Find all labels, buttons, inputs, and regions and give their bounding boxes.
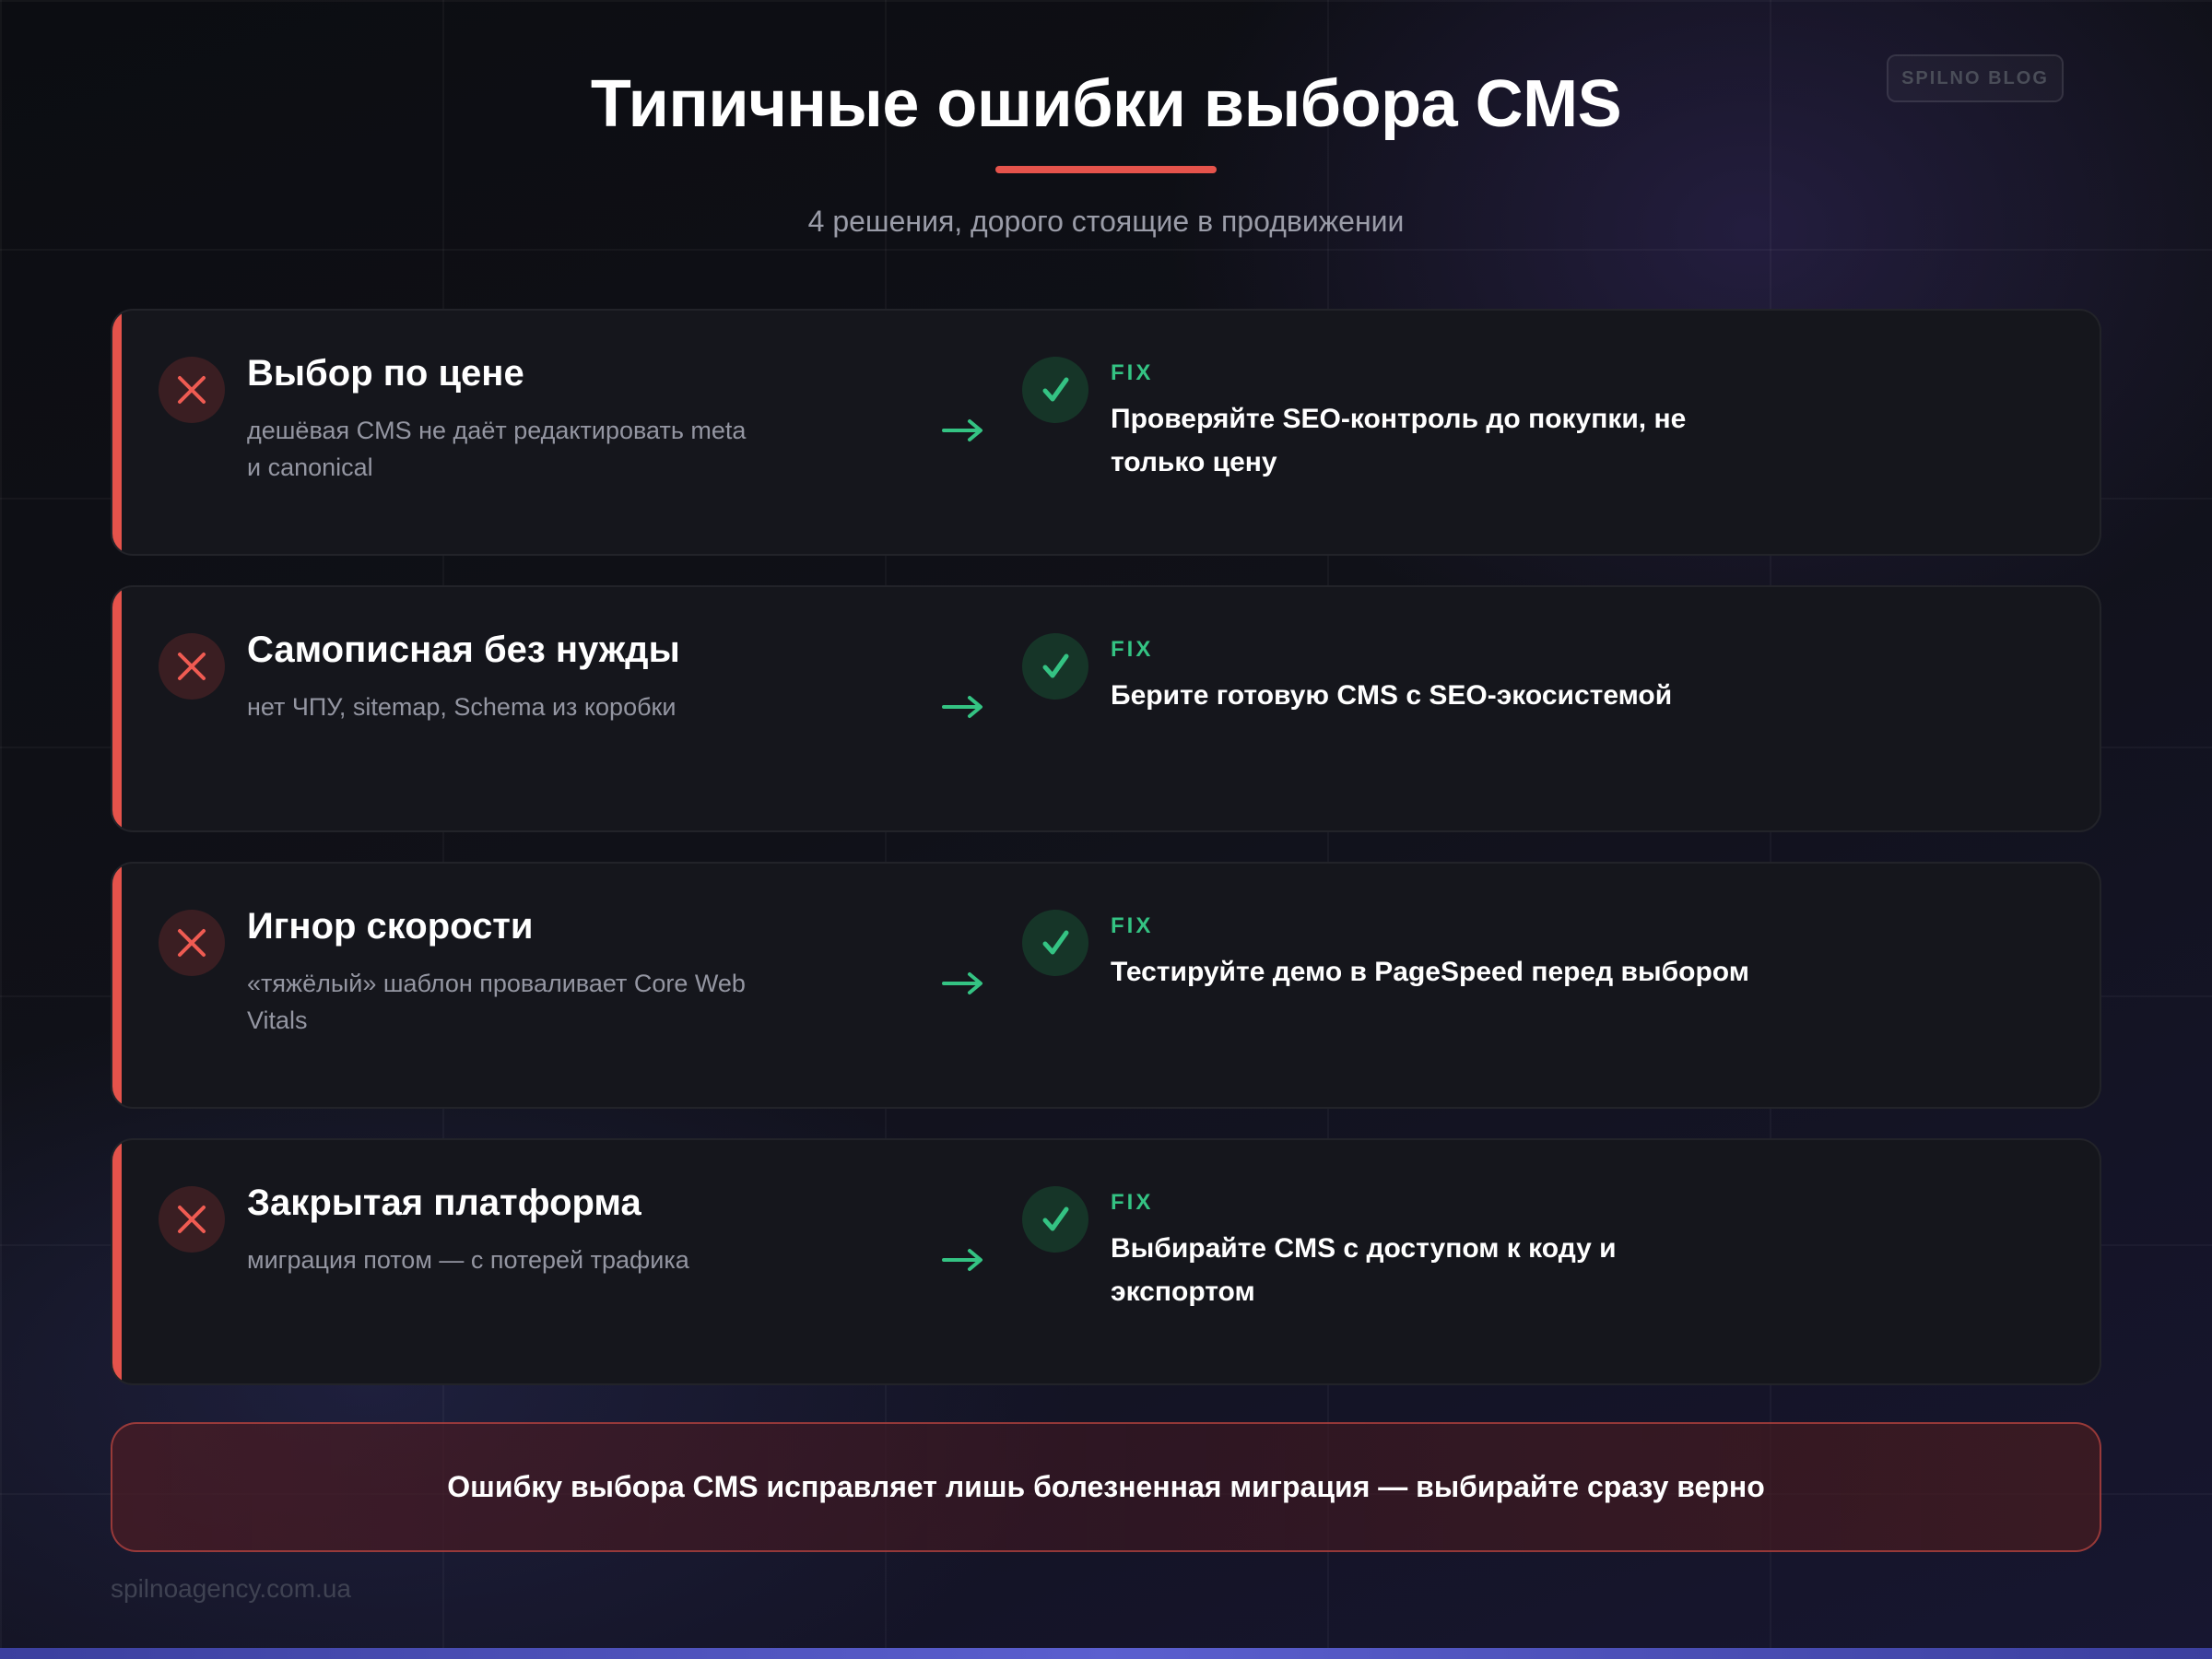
fix-text: Тестируйте демо в PageSpeed перед выборо… [1111,957,1749,987]
mistakes-list: Выбор по цене дешёвая CMS не даёт редакт… [111,309,2101,1415]
mistake-description: «тяжёлый» шаблон проваливает Core Web Vi… [247,970,746,1034]
arrow-right-icon [942,696,982,718]
fix-text: Берите готовую CMS с SEO-экосистемой [1111,680,1673,711]
fix-label: FIX [1111,1190,1154,1215]
fix-label: FIX [1111,913,1154,938]
checkmark-icon [1022,1186,1088,1253]
title-underline [995,166,1217,173]
mistake-description: дешёвая CMS не даёт редактировать meta и… [247,417,747,481]
page-subtitle: 4 решения, дорого стоящие в продвижении [807,205,1405,238]
mistake-title: Самописная без нужды [247,629,680,670]
checkmark-icon [1022,357,1088,423]
arrow-right-icon [942,972,982,994]
fix-text: Выбирайте CMS с доступом к коду и экспор… [1111,1233,1617,1307]
footer-domain[interactable]: spilnoagency.com.ua [111,1574,351,1604]
fix-text: Проверяйте SEO-контроль до покупки, не т… [1111,404,1687,477]
x-icon [159,910,225,976]
mistake-card: Самописная без нужды нет ЧПУ, sitemap, S… [111,585,2101,832]
mistake-card: Выбор по цене дешёвая CMS не даёт редакт… [111,309,2101,556]
x-icon [159,357,225,423]
bottom-accent-bar [0,1648,2212,1659]
mistake-title: Закрытая платформа [247,1182,641,1223]
summary-text: Ошибку выбора CMS исправляет лишь болезн… [447,1470,1765,1503]
mistake-title: Игнор скорости [247,906,534,947]
mistake-card: Закрытая платформа миграция потом — с по… [111,1138,2101,1385]
summary-banner: Ошибку выбора CMS исправляет лишь болезн… [111,1422,2101,1552]
x-icon [159,633,225,700]
mistake-card: Игнор скорости «тяжёлый» шаблон провалив… [111,862,2101,1109]
mistake-description: миграция потом — с потерей трафика [247,1246,689,1274]
mistake-title: Выбор по цене [247,353,524,394]
checkmark-icon [1022,633,1088,700]
arrow-right-icon [942,1249,982,1271]
x-icon [159,1186,225,1253]
fix-label: FIX [1111,637,1154,662]
arrow-right-icon [942,419,982,441]
fix-label: FIX [1111,360,1154,385]
checkmark-icon [1022,910,1088,976]
page-title: Типичные ошибки выбора CMS [590,67,1622,141]
mistake-description: нет ЧПУ, sitemap, Schema из коробки [247,693,677,721]
